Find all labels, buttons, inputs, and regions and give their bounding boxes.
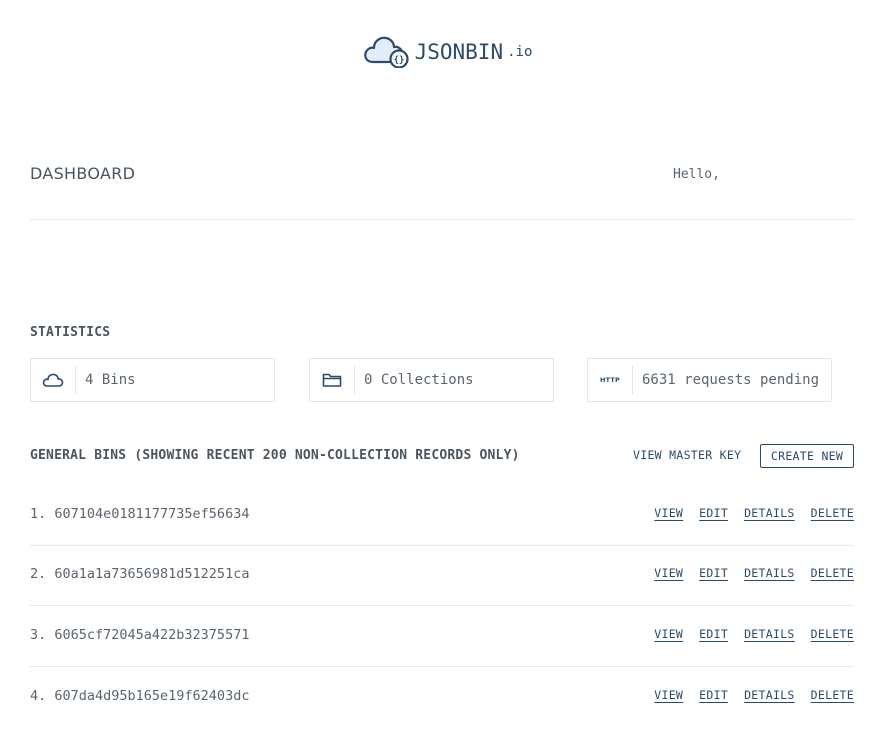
bin-actions: VIEW EDIT DETAILS DELETE — [654, 566, 854, 580]
brand-suffix: .io — [507, 44, 533, 60]
http-icon: HTTP — [588, 366, 633, 394]
details-link[interactable]: DETAILS — [744, 506, 795, 520]
view-master-key-link[interactable]: VIEW MASTER KEY — [633, 448, 741, 462]
row-divider — [30, 545, 854, 546]
cloud-icon — [31, 366, 76, 394]
stat-bins-count: 4 Bins — [85, 372, 136, 388]
view-link[interactable]: VIEW — [654, 566, 683, 580]
page-title: DASHBOARD — [30, 164, 136, 183]
bin-row: 4. 607da4d95b165e19f62403dc VIEW EDIT DE… — [30, 685, 854, 709]
details-link[interactable]: DETAILS — [744, 566, 795, 580]
general-bins-header: GENERAL BINS (SHOWING RECENT 200 NON-COL… — [30, 444, 854, 468]
details-link[interactable]: DETAILS — [744, 627, 795, 641]
edit-link[interactable]: EDIT — [699, 627, 728, 641]
delete-link[interactable]: DELETE — [811, 566, 854, 580]
view-link[interactable]: VIEW — [654, 688, 683, 702]
statistics-title: STATISTICS — [30, 325, 111, 340]
delete-link[interactable]: DELETE — [811, 506, 854, 520]
stat-collections-count: 0 Collections — [364, 372, 474, 388]
brand-logo[interactable]: {} JSONBIN .io — [0, 32, 875, 72]
header-divider — [30, 219, 854, 220]
edit-link[interactable]: EDIT — [699, 566, 728, 580]
row-divider — [30, 666, 854, 667]
bin-id: 2. 60a1a1a73656981d512251ca — [30, 566, 250, 582]
row-divider — [30, 605, 854, 606]
bin-row: 1. 607104e0181177735ef56634 VIEW EDIT DE… — [30, 503, 854, 527]
svg-text:{}: {} — [393, 56, 404, 66]
view-link[interactable]: VIEW — [654, 506, 683, 520]
bin-actions: VIEW EDIT DETAILS DELETE — [654, 627, 854, 641]
bin-id: 1. 607104e0181177735ef56634 — [30, 506, 250, 522]
details-link[interactable]: DETAILS — [744, 688, 795, 702]
delete-link[interactable]: DELETE — [811, 627, 854, 641]
bin-actions: VIEW EDIT DETAILS DELETE — [654, 506, 854, 520]
user-greeting: Hello, — [673, 167, 720, 182]
create-new-button[interactable]: CREATE NEW — [760, 444, 854, 468]
stat-card-requests: HTTP 6631 requests pending — [587, 358, 832, 402]
http-icon-label: HTTP — [599, 376, 621, 384]
cloud-braces-icon: {} — [363, 32, 411, 72]
bin-id: 4. 607da4d95b165e19f62403dc — [30, 688, 250, 704]
dashboard-header: DASHBOARD Hello, — [30, 164, 854, 188]
brand-name: JSONBIN — [414, 40, 504, 64]
stat-card-collections: 0 Collections — [309, 358, 554, 402]
bin-row: 3. 6065cf72045a422b32375571 VIEW EDIT DE… — [30, 624, 854, 648]
edit-link[interactable]: EDIT — [699, 506, 728, 520]
folder-icon — [310, 366, 355, 394]
bin-id: 3. 6065cf72045a422b32375571 — [30, 627, 250, 643]
delete-link[interactable]: DELETE — [811, 688, 854, 702]
general-bins-title: GENERAL BINS (SHOWING RECENT 200 NON-COL… — [30, 448, 520, 463]
view-link[interactable]: VIEW — [654, 627, 683, 641]
edit-link[interactable]: EDIT — [699, 688, 728, 702]
bin-actions: VIEW EDIT DETAILS DELETE — [654, 688, 854, 702]
stat-requests-pending: 6631 requests pending — [642, 372, 820, 388]
bin-row: 2. 60a1a1a73656981d512251ca VIEW EDIT DE… — [30, 563, 854, 587]
stat-card-bins: 4 Bins — [30, 358, 275, 402]
